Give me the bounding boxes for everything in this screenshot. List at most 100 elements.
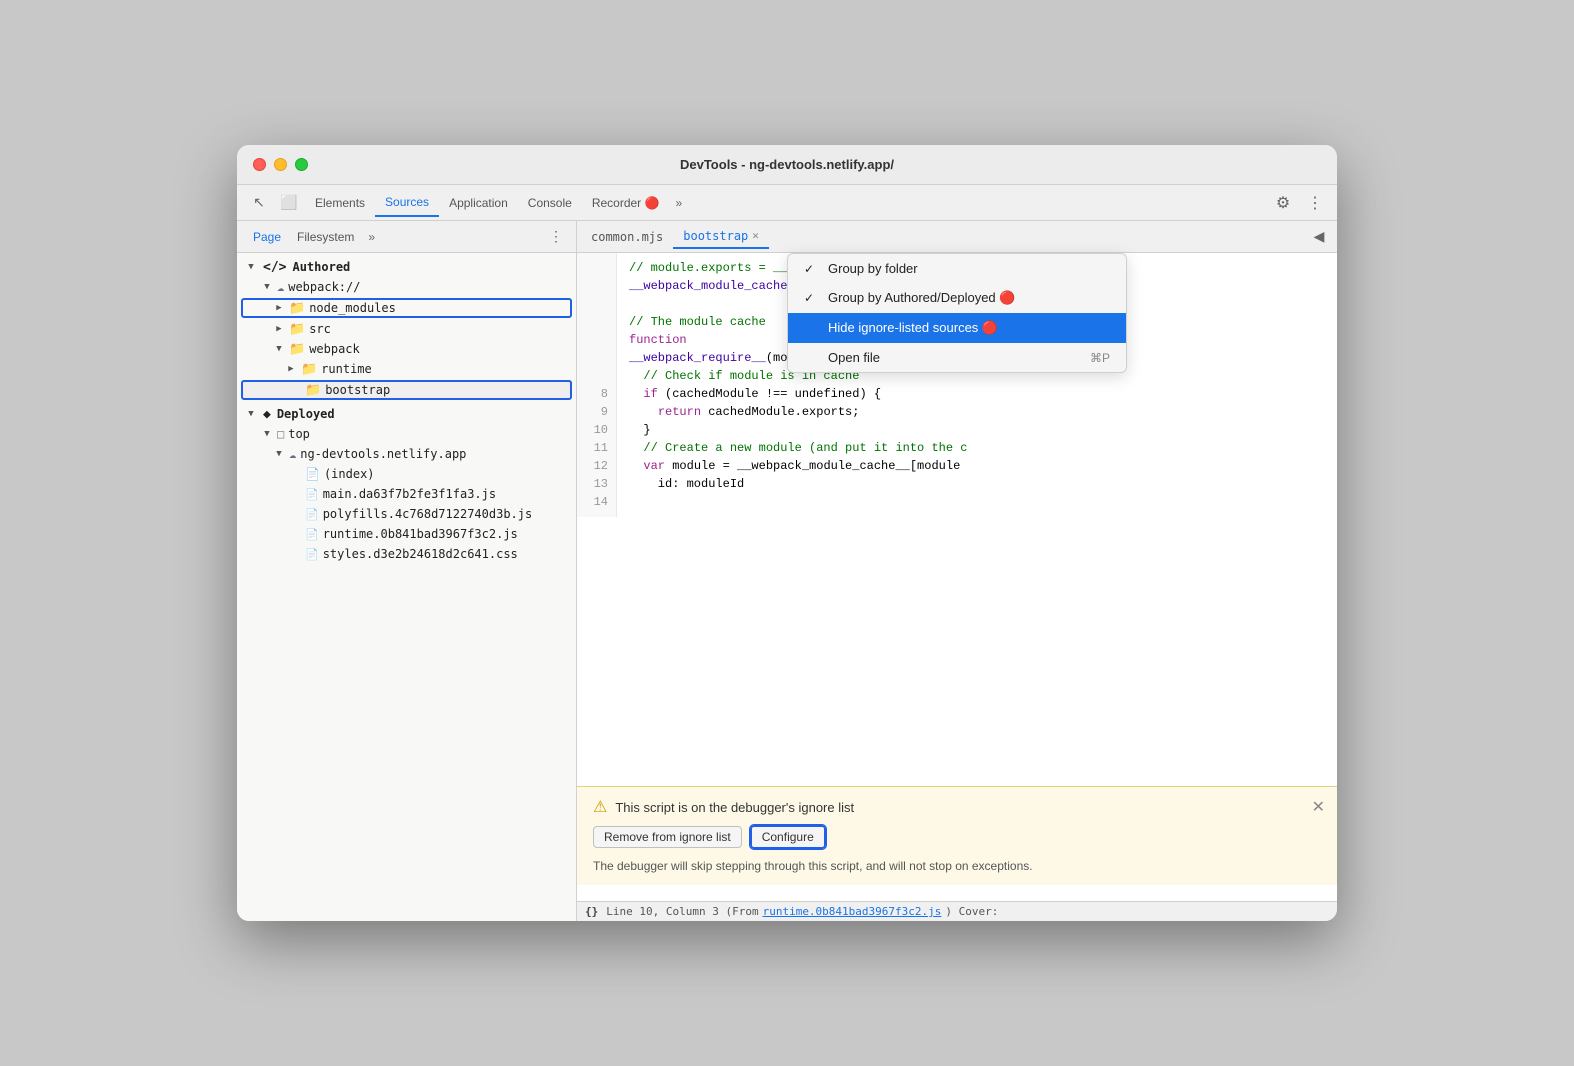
deployed-label: Deployed (277, 407, 335, 421)
runtime-file[interactable]: 📄 runtime.0b841bad3967f3c2.js (237, 524, 576, 544)
traffic-lights (253, 158, 308, 171)
src-folder-icon: 📁 (289, 322, 305, 337)
ng-devtools-label: ng-devtools.netlify.app (300, 447, 466, 461)
authored-code-icon: </> (263, 260, 286, 275)
webpack-subfolder[interactable]: ▼ 📁 webpack (237, 339, 576, 359)
tab-more[interactable]: » (669, 192, 688, 214)
check-icon-2: ✓ (804, 291, 820, 305)
webpack-arrow: ▼ (261, 282, 273, 292)
collapse-panel-icon[interactable]: ◀ (1305, 223, 1333, 251)
sidebar-tab-page[interactable]: Page (245, 226, 289, 248)
runtime-arrow: ▶ (285, 364, 297, 374)
node-modules-label: node_modules (309, 301, 396, 315)
sidebar-tab-bar: Page Filesystem » ⋮ (237, 221, 576, 253)
webpack-folder[interactable]: ▼ ☁ webpack:// (237, 277, 576, 297)
bootstrap-file[interactable]: 📁 bootstrap (241, 380, 572, 400)
format-icon[interactable]: {} (585, 905, 598, 918)
menu-hide-ignore[interactable]: Hide ignore-listed sources 🔴 (788, 313, 1126, 343)
device-icon[interactable]: ⬜ (275, 189, 303, 217)
folder-icon: 📁 (289, 301, 305, 316)
sidebar-tab-filesystem[interactable]: Filesystem (289, 226, 362, 248)
top-folder[interactable]: ▼ □ top (237, 424, 576, 444)
status-text: Line 10, Column 3 (From (606, 905, 758, 918)
polyfills-label: polyfills.4c768d7122740d3b.js (323, 507, 533, 521)
authored-arrow: ▼ (245, 262, 257, 272)
deployed-arrow: ▼ (245, 409, 257, 419)
src-label: src (309, 322, 331, 336)
tab-sources[interactable]: Sources (375, 189, 439, 217)
status-file-link[interactable]: runtime.0b841bad3967f3c2.js (763, 905, 942, 918)
node-modules-folder[interactable]: ▶ 📁 node_modules (241, 298, 572, 318)
menu-open-file[interactable]: Open file ⌘P (788, 343, 1126, 372)
cursor-icon[interactable]: ↖ (245, 189, 273, 217)
titlebar: DevTools - ng-devtools.netlify.app/ (237, 145, 1337, 185)
tab-recorder[interactable]: Recorder 🔴 (582, 190, 670, 216)
ignore-banner-description: The debugger will skip stepping through … (593, 857, 1321, 875)
styles-file[interactable]: 📄 styles.d3e2b24618d2c641.css (237, 544, 576, 564)
menu-group-authored[interactable]: ✓ Group by Authored/Deployed 🔴 (788, 283, 1126, 313)
minimize-button[interactable] (274, 158, 287, 171)
sidebar-tab-more[interactable]: » (362, 226, 381, 248)
menu-group-folder-label: Group by folder (828, 261, 1110, 276)
context-menu: ✓ Group by folder ✓ Group by Authored/De… (787, 253, 1127, 373)
status-bar: {} Line 10, Column 3 (From runtime.0b841… (577, 901, 1337, 921)
code-panel: common.mjs bootstrap ✕ ◀ 8910 11121314 (577, 221, 1337, 921)
runtime-folder[interactable]: ▶ 📁 runtime (237, 359, 576, 379)
top-arrow: ▼ (261, 429, 273, 439)
network-icon: ☁ (289, 447, 296, 461)
check-icon-1: ✓ (804, 262, 820, 276)
close-button[interactable] (253, 158, 266, 171)
webpack-label: webpack:// (288, 280, 360, 294)
editor-tab-close-icon[interactable]: ✕ (752, 229, 759, 242)
page-icon: □ (277, 427, 284, 441)
tab-console[interactable]: Console (518, 190, 582, 216)
authored-label: Authored (292, 260, 350, 274)
bootstrap-label: bootstrap (325, 383, 390, 397)
index-file[interactable]: 📄 (index) (237, 464, 576, 484)
remove-from-ignore-button[interactable]: Remove from ignore list (593, 826, 742, 848)
sidebar-options-icon[interactable]: ⋮ (544, 225, 568, 249)
file-icon-gray: 📄 (305, 467, 320, 481)
file-icon-orange: 📄 (305, 508, 319, 521)
ignore-banner-title: ⚠ This script is on the debugger's ignor… (593, 797, 1321, 817)
tab-elements[interactable]: Elements (305, 190, 375, 216)
more-options-icon[interactable]: ⋮ (1301, 189, 1329, 217)
bootstrap-tab-label: bootstrap (683, 229, 748, 243)
main-file[interactable]: 📄 main.da63f7b2fe3f1fa3.js (237, 484, 576, 504)
file-icon-runtime: 📄 (305, 528, 319, 541)
src-folder[interactable]: ▶ 📁 src (237, 319, 576, 339)
file-icon-styles: 📄 (305, 548, 319, 561)
common-tab-label: common.mjs (591, 230, 663, 244)
tab-actions: ⚙ ⋮ (1269, 189, 1329, 217)
deployed-section[interactable]: ▼ ◆ Deployed (237, 404, 576, 424)
editor-tab-common[interactable]: common.mjs (581, 226, 673, 248)
authored-section[interactable]: ▼ </> Authored (237, 257, 576, 277)
runtime-label: runtime (321, 362, 372, 376)
editor-tab-bar: common.mjs bootstrap ✕ ◀ (577, 221, 1337, 253)
cloud-icon: ☁ (277, 280, 284, 294)
menu-group-folder[interactable]: ✓ Group by folder (788, 254, 1126, 283)
configure-button[interactable]: Configure (750, 825, 826, 849)
webpack-folder-icon: 📁 (289, 342, 305, 357)
maximize-button[interactable] (295, 158, 308, 171)
styles-label: styles.d3e2b24618d2c641.css (323, 547, 518, 561)
ignore-banner-close-icon[interactable]: ✕ (1312, 797, 1325, 817)
main-label: main.da63f7b2fe3f1fa3.js (323, 487, 496, 501)
polyfills-file[interactable]: 📄 polyfills.4c768d7122740d3b.js (237, 504, 576, 524)
top-label: top (288, 427, 310, 441)
editor-tab-bootstrap[interactable]: bootstrap ✕ (673, 225, 769, 249)
ignore-banner: ⚠ This script is on the debugger's ignor… (577, 786, 1337, 885)
window-title: DevTools - ng-devtools.netlify.app/ (253, 157, 1321, 172)
runtime-folder-icon: 📁 (301, 362, 317, 377)
deployed-cube-icon: ◆ (263, 407, 271, 422)
warning-icon: ⚠ (593, 797, 607, 817)
ng-devtools-arrow: ▼ (273, 449, 285, 459)
webpack-folder-label: webpack (309, 342, 360, 356)
webpack-sub-arrow: ▼ (273, 344, 285, 354)
ng-devtools-folder[interactable]: ▼ ☁ ng-devtools.netlify.app (237, 444, 576, 464)
settings-icon[interactable]: ⚙ (1269, 189, 1297, 217)
file-icon-yellow: 📄 (305, 488, 319, 501)
open-file-shortcut: ⌘P (1090, 351, 1110, 365)
status-text2: ) Cover: (945, 905, 998, 918)
tab-application[interactable]: Application (439, 190, 518, 216)
